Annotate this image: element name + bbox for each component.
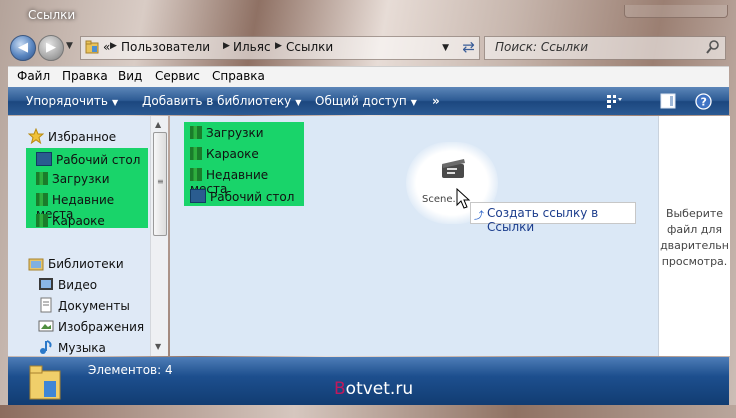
window-frame-bottom: [0, 405, 736, 418]
search-icon[interactable]: [705, 39, 721, 55]
desktop-icon: [36, 152, 52, 166]
window-title: Ссылки: [28, 8, 76, 22]
forward-button[interactable]: ▶: [38, 35, 64, 61]
scroll-down-icon[interactable]: ▼: [155, 342, 161, 351]
breadcrumb-users[interactable]: Пользователи: [121, 40, 210, 54]
drag-tooltip: ⤴ Создать ссылку в Ссылки: [470, 202, 636, 234]
breadcrumb-ilyas[interactable]: Ильяс: [233, 40, 271, 54]
breadcrumb-links[interactable]: Ссылки: [286, 40, 333, 54]
preview-pane-icon[interactable]: [660, 93, 676, 109]
forward-arrow-icon: ▶: [46, 40, 56, 55]
items-count: Элементов: 4: [88, 363, 173, 377]
menu-bar: Файл Правка Вид Сервис Справка: [8, 66, 729, 87]
nav-item-karaoke[interactable]: Караоке: [36, 214, 105, 228]
organize-button[interactable]: Упорядочить ▼: [26, 94, 118, 108]
file-item-downloads[interactable]: Загрузки: [190, 126, 264, 140]
scroll-up-icon[interactable]: ▲: [155, 120, 161, 129]
menu-edit[interactable]: Правка: [62, 69, 108, 83]
back-button[interactable]: ◀: [10, 35, 36, 61]
watermark: Botvet.ru: [334, 379, 414, 399]
video-file-icon: [442, 159, 465, 178]
downloads-icon: [36, 172, 48, 185]
nav-favorites[interactable]: Избранное: [48, 130, 116, 144]
recent-places-icon: [36, 193, 48, 206]
chevron-down-icon: ▼: [410, 98, 417, 107]
menu-view[interactable]: Вид: [118, 69, 142, 83]
search-placeholder[interactable]: Поиск: Ссылки: [495, 40, 588, 54]
refresh-icon[interactable]: ⇄: [462, 38, 475, 56]
downloads-link-icon: [190, 126, 202, 139]
address-dropdown-icon[interactable]: ▼: [442, 43, 449, 53]
grip-icon: ≡: [157, 177, 164, 186]
more-commands-button[interactable]: »: [432, 94, 440, 108]
add-to-library-button[interactable]: Добавить в библиотеку ▼: [142, 94, 301, 108]
menu-file[interactable]: Файл: [17, 69, 50, 83]
details-pane: Элементов: 4 Botvet.ru: [8, 357, 729, 405]
desktop-link-icon: [190, 189, 206, 203]
nav-item-video[interactable]: Видео: [58, 278, 97, 292]
menu-help[interactable]: Справка: [212, 69, 265, 83]
back-arrow-icon: ◀: [18, 40, 28, 55]
svg-text:?: ?: [701, 96, 707, 109]
file-item-karaoke[interactable]: Караоке: [190, 147, 259, 161]
video-library-icon: [39, 278, 53, 290]
breadcrumb-separator-icon[interactable]: ▶: [275, 41, 282, 51]
nav-item-pictures[interactable]: Изображения: [58, 320, 144, 334]
nav-libraries[interactable]: Библиотеки: [48, 257, 124, 271]
recent-places-link-icon: [190, 168, 202, 181]
breadcrumb-separator-icon[interactable]: ▶: [223, 41, 230, 51]
nav-item-downloads[interactable]: Загрузки: [36, 172, 110, 186]
karaoke-link-icon: [190, 147, 202, 160]
view-options-icon[interactable]: [606, 93, 622, 109]
breadcrumb-separator-icon[interactable]: ▶: [110, 41, 117, 51]
navigation-scrollbar[interactable]: ▲ ≡ ▼: [150, 116, 168, 356]
title-bar[interactable]: Ссылки: [0, 0, 736, 30]
link-arrow-icon: ⤴: [474, 211, 484, 222]
preview-message: Выберите файл для дварительн просмотра.: [660, 207, 729, 268]
file-item-desktop[interactable]: Рабочий стол: [190, 189, 294, 204]
nav-item-desktop[interactable]: Рабочий стол: [36, 152, 140, 167]
command-bar: Упорядочить ▼ Добавить в библиотеку ▼ Общи…: [8, 87, 729, 115]
favorites-list: Рабочий стол Загрузки Недавние места Кар…: [26, 148, 148, 228]
menu-tools[interactable]: Сервис: [155, 69, 200, 83]
music-library-icon: [40, 340, 52, 354]
folder-icon: [29, 365, 61, 400]
nav-item-documents[interactable]: Документы: [58, 299, 130, 313]
window-controls[interactable]: [624, 5, 728, 18]
file-list: Загрузки Караоке Недавние места Рабочий …: [184, 122, 304, 206]
share-button[interactable]: Общий доступ ▼: [315, 94, 417, 108]
libraries-icon: [28, 258, 44, 271]
preview-pane: Выберите файл для дварительн просмотра.: [658, 116, 730, 356]
karaoke-folder-icon: [36, 214, 48, 227]
chevron-down-icon: ▼: [111, 98, 119, 107]
search-box[interactable]: Поиск: Ссылки: [484, 36, 726, 60]
folder-icon: [85, 40, 99, 54]
help-icon[interactable]: ?: [695, 93, 712, 110]
pictures-library-icon: [38, 320, 54, 332]
chevron-down-icon: ▼: [295, 98, 302, 107]
explorer-window: Ссылки ◀ ▶ ▼ « ▶ Пользователи ▶ Ильяс ▶ …: [0, 0, 736, 418]
address-bar[interactable]: « ▶ Пользователи ▶ Ильяс ▶ Ссылки ▼ ⇄: [80, 36, 480, 60]
star-icon: [28, 128, 44, 144]
scroll-thumb[interactable]: ≡: [153, 132, 167, 236]
nav-item-music[interactable]: Музыка: [58, 341, 106, 355]
recent-pages-chevron-icon[interactable]: ▼: [66, 41, 73, 51]
address-row: ◀ ▶ ▼ « ▶ Пользователи ▶ Ильяс ▶ Ссылки …: [0, 32, 736, 62]
documents-library-icon: [40, 297, 52, 313]
